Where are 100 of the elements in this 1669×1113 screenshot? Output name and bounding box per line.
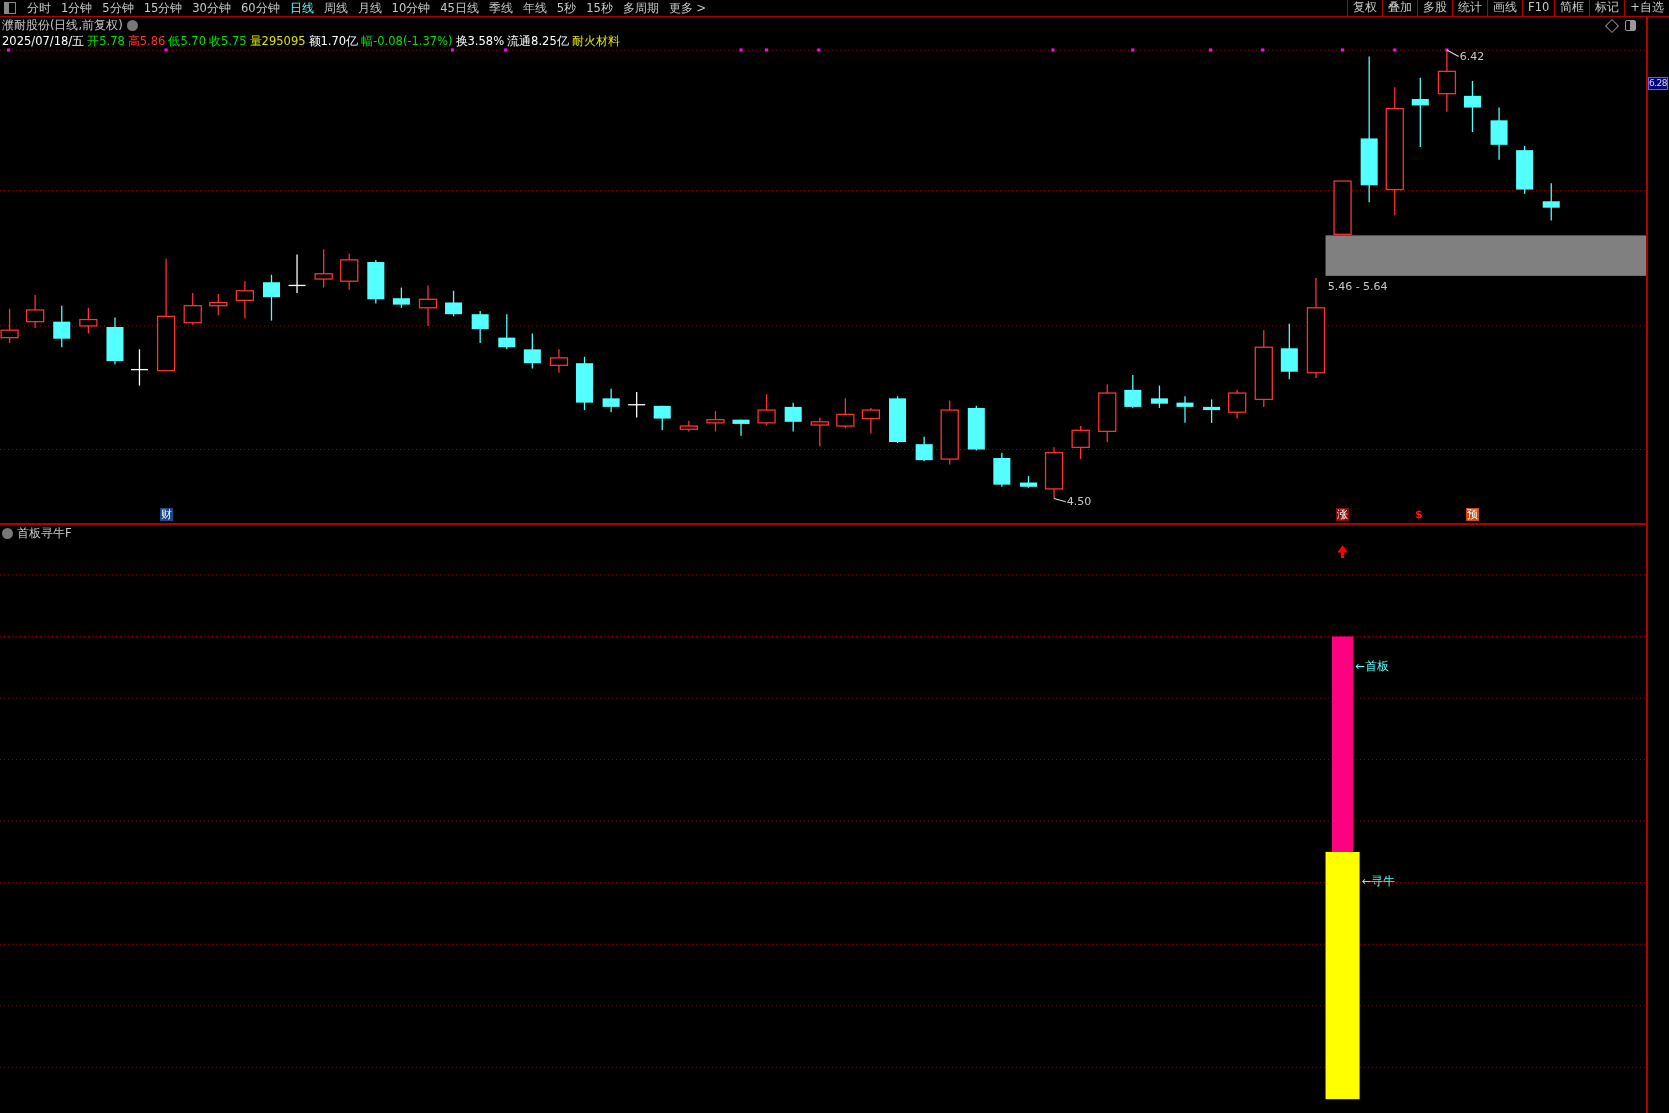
period-tab[interactable]: 季线 [483,0,518,16]
zone-label: 5.46 - 5.64 [1327,280,1388,294]
candlestick [1333,180,1352,235]
toolbar-button[interactable]: 多股 [1417,0,1453,16]
candlestick [53,305,71,348]
candlestick [861,407,881,435]
candlestick [757,393,776,426]
toolbar-button[interactable]: F10 [1522,0,1555,16]
candlestick [602,388,620,413]
candlestick [263,274,280,322]
panel-toggle-icon[interactable] [4,2,16,14]
candlestick [1098,383,1117,443]
candlestick [549,348,569,374]
candlestick [0,308,19,344]
candlestick [106,316,124,365]
candlestick [836,397,855,429]
period-tab[interactable]: 5秒 [551,0,582,16]
toolbar-button[interactable]: 画线 [1487,0,1523,16]
candlestick [209,293,228,316]
price-label: 6.42 [1459,50,1485,63]
bar-label: ←寻牛 [1361,874,1396,890]
candlestick [287,253,307,294]
chart-title: 濮耐股份(日线,前复权) [2,17,123,33]
candlestick [784,402,802,433]
leader-line [1446,49,1460,57]
period-tab[interactable]: 5分钟 [97,0,139,16]
toolbar-button[interactable]: 标记 [1589,0,1625,16]
period-tab[interactable]: 周线 [318,0,353,16]
quote-value: 额1.70亿 [308,33,359,49]
candlestick [1463,80,1481,133]
candlestick [418,284,438,327]
quote-value: 低5.70 [168,33,206,49]
candlestick [653,405,671,431]
candlestick [1019,475,1037,489]
candlestick [1044,446,1064,500]
period-tab[interactable]: 月线 [352,0,387,16]
candlestick [627,391,646,419]
toolbar-button[interactable]: +自选 [1624,0,1669,16]
candlestick [1411,77,1429,148]
leader-line [1053,497,1067,503]
candlestick [498,313,516,350]
period-tab[interactable]: 45日线 [435,0,484,16]
price-label: 4.50 [1066,495,1092,509]
period-tab[interactable]: 更多 > [663,0,712,16]
period-tab[interactable]: 30分钟 [187,0,236,16]
quote-value: 高5.86 [127,33,166,49]
candlestick [392,286,410,309]
window-toggle-icon[interactable] [1625,20,1636,31]
candlestick [340,252,359,291]
candlestick [1150,384,1168,409]
quote-value: 耐火材料 [571,33,620,49]
candlestick [915,436,933,462]
quote-value: 2025/07/18/五 [2,33,85,49]
event-badge[interactable]: 预 [1466,508,1480,522]
candlestick [1516,145,1534,195]
quote-value: 开5.78 [87,33,125,49]
period-tab[interactable]: 60分钟 [235,0,285,16]
candlestick [967,405,985,452]
candlestick [1228,389,1247,420]
quote-value: 换3.58% [455,33,505,49]
candlestick [1437,48,1457,113]
candlestick [993,452,1011,488]
candlestick [732,419,750,437]
period-tab[interactable]: 15秒 [581,0,618,16]
period-tab[interactable]: 1分钟 [56,0,98,16]
candlestick [183,292,202,326]
candlestick [576,356,594,411]
period-tab[interactable]: 日线 [284,0,319,16]
quote-value: 流通8.25亿 [507,33,569,49]
quote-value: 幅-0.08(-1.37%) [361,33,453,49]
quote-value: 量295095 [249,33,306,49]
candlestick [679,420,698,433]
candlestick [1124,374,1142,409]
toolbar-button[interactable]: 复权 [1347,0,1383,16]
event-badge[interactable]: 财 [159,508,173,522]
candlestick [367,259,385,305]
price-tag: 6.28 [1648,77,1669,90]
candlestick [130,348,149,387]
candlestick [1176,395,1194,424]
period-tab[interactable]: 15分钟 [138,0,188,16]
candlestick [314,248,333,289]
candlestick [1203,398,1221,424]
event-badge[interactable]: 涨 [1336,508,1350,522]
period-tab[interactable]: 分时 [22,0,56,16]
period-tab[interactable]: 年线 [517,0,552,16]
toolbar-button[interactable]: 叠加 [1382,0,1418,16]
candlestick [940,399,959,466]
up-arrow-icon [1337,545,1348,558]
period-tab[interactable]: 10分钟 [386,0,436,16]
quote-value: 收5.75 [209,33,247,49]
toolbar-button[interactable]: 简框 [1554,0,1590,16]
candlestick [471,310,489,344]
candlestick [235,280,255,320]
candlestick [706,410,725,433]
toolbar-button[interactable]: 统计 [1452,0,1488,16]
period-tab[interactable]: 多周期 [617,0,664,16]
candlestick [1490,106,1508,161]
event-marker[interactable]: $ [1413,508,1424,522]
candlestick [1280,323,1298,380]
candlestick [523,332,541,370]
